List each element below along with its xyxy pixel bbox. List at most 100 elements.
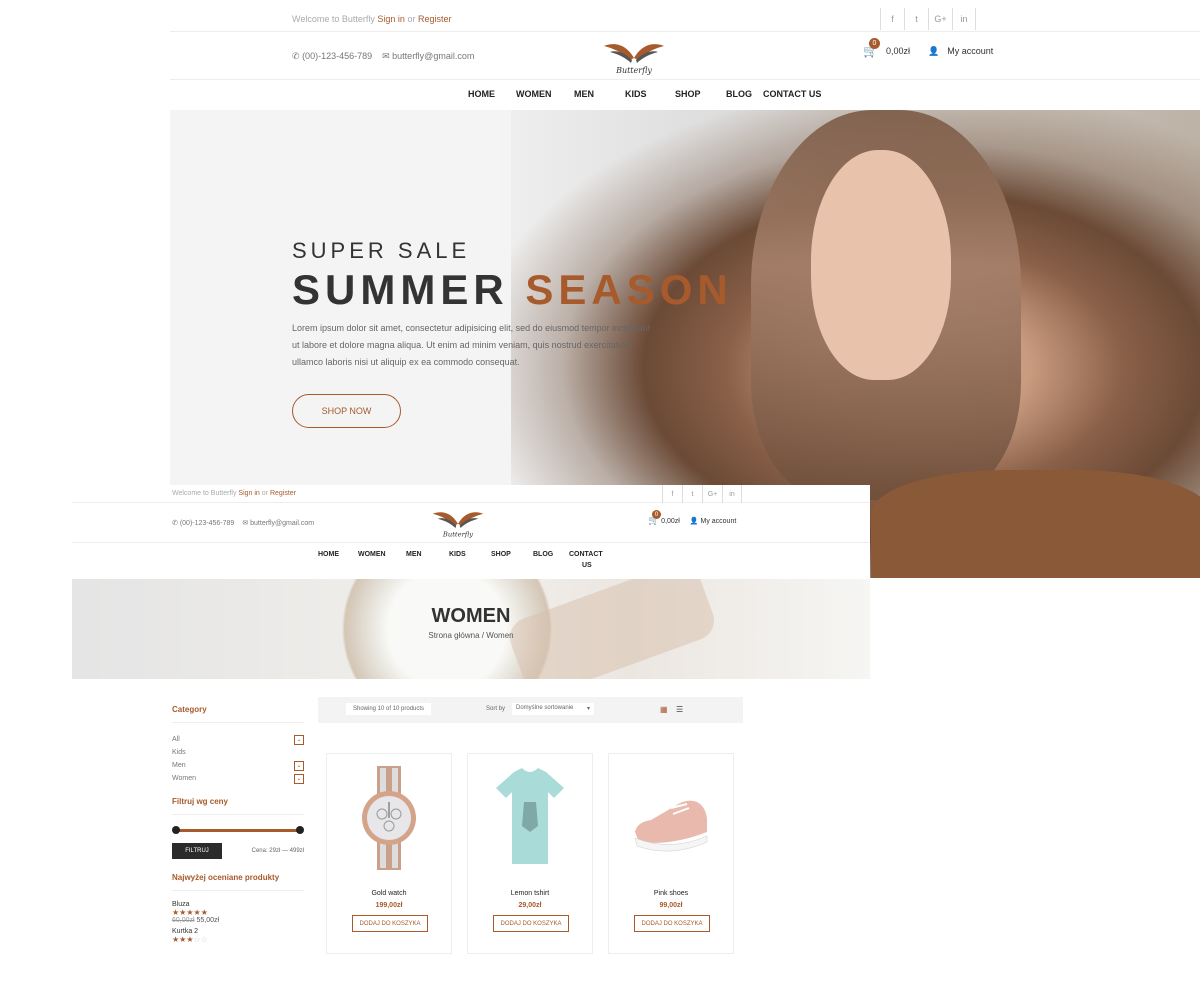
top-bar-2: Welcome to Butterfly Sign in or Register… (72, 485, 870, 503)
price-slider-max-handle[interactable] (296, 826, 304, 834)
rating-stars: ★★★★★ (172, 908, 208, 917)
sort-select[interactable]: Domyślne sortowanie ▾ (512, 703, 594, 715)
linkedin-icon[interactable]: in (952, 8, 976, 30)
product-card[interactable]: Pink shoes 99,00zł DODAJ DO KOSZYKA (608, 753, 734, 954)
header: ✆ (00)-123-456-789 ✉ butterfly@gmail.com… (170, 32, 1200, 80)
category-item-all[interactable]: All ⌄ (172, 733, 304, 746)
product-price: 29,00zł (518, 902, 542, 909)
nav-home[interactable]: HOME (468, 89, 495, 99)
sale-price: 55,00zł (196, 917, 220, 924)
category-label: Men (172, 762, 186, 769)
nav-blog[interactable]: BLOG (726, 89, 752, 99)
nav-shop-2[interactable]: SHOP (491, 551, 511, 558)
top-rated-name[interactable]: Kurtka 2 (172, 928, 304, 935)
social-links-2: f t G+ in (662, 485, 742, 503)
category-label: All (172, 736, 180, 743)
nav-blog-2[interactable]: BLOG (533, 551, 553, 558)
add-to-cart-button[interactable]: DODAJ DO KOSZYKA (493, 915, 569, 932)
my-account-link-2[interactable]: My account (700, 518, 736, 525)
shop-now-button[interactable]: SHOP NOW (292, 394, 401, 428)
old-price: 60,00zł (172, 917, 195, 924)
facebook-icon[interactable]: f (880, 8, 904, 30)
phone-number-2: (00)-123-456-789 (179, 520, 235, 527)
top-rated-heading: Najwyżej oceniane produkty (172, 873, 304, 891)
register-link[interactable]: Register (418, 14, 452, 24)
welcome-text-2: Welcome to Butterfly Sign in or Register (172, 490, 296, 497)
logo[interactable]: Butterfly (602, 38, 666, 76)
chevron-down-icon[interactable]: ⌄ (294, 734, 304, 745)
price-filter-heading: Filtruj wg ceny (172, 797, 304, 815)
top-rated-name[interactable]: Bluza (172, 901, 304, 908)
nav-contact-2b[interactable]: US (582, 562, 592, 569)
welcome-label-2: Welcome to Butterfly (172, 490, 237, 497)
nav-contact-2[interactable]: CONTACT (569, 551, 603, 558)
google-plus-icon[interactable]: G+ (928, 8, 952, 30)
tshirt-image (496, 768, 564, 864)
phone: ✆ (00)-123-456-789 (292, 51, 372, 62)
twitter-icon[interactable]: t (904, 8, 928, 30)
user-icon[interactable]: 👤 (690, 518, 699, 525)
price-slider-min-handle[interactable] (172, 826, 180, 834)
google-plus-icon[interactable]: G+ (702, 485, 722, 503)
product-name[interactable]: Pink shoes (609, 890, 733, 897)
cart-total-2[interactable]: 0,00zł (661, 518, 680, 525)
nav-men-2[interactable]: MEN (406, 551, 422, 558)
cart-area-2: 🛒 0 0,00zł 👤 My account (648, 510, 736, 526)
header-2: ✆ (00)-123-456-789 ✉ butterfly@gmail.com… (72, 503, 870, 543)
result-count: Showing 10 of 10 products (346, 703, 432, 715)
user-icon[interactable]: 👤 (928, 46, 939, 57)
filter-button[interactable]: FILTRUJ (172, 843, 222, 859)
twitter-icon[interactable]: t (682, 485, 702, 503)
register-link-2[interactable]: Register (270, 490, 296, 497)
contact-info: ✆ (00)-123-456-789 ✉ butterfly@gmail.com (292, 51, 474, 62)
phone-2: ✆ (00)-123-456-789 (172, 519, 234, 527)
butterfly-logo-icon: Butterfly (432, 512, 484, 538)
chevron-down-icon[interactable]: ⌄ (294, 773, 304, 784)
grid-view-icon[interactable]: ▦ (660, 705, 668, 714)
nav-contact[interactable]: CONTACT US (763, 89, 821, 99)
cart-count-badge: 0 (869, 38, 880, 49)
cart-total[interactable]: 0,00zł (886, 46, 910, 56)
linkedin-icon[interactable]: in (722, 485, 742, 503)
watch-image (362, 766, 416, 870)
nav-men[interactable]: MEN (574, 89, 594, 99)
category-item-men[interactable]: Men ⌄ (172, 759, 304, 772)
list-view-icon[interactable]: ☰ (676, 705, 683, 714)
logo-2[interactable]: Butterfly (431, 507, 485, 539)
chevron-down-icon[interactable]: ⌄ (294, 760, 304, 771)
add-to-cart-button[interactable]: DODAJ DO KOSZYKA (352, 915, 428, 932)
sign-in-link-2[interactable]: Sign in (238, 490, 259, 497)
shop-toolbar: Showing 10 of 10 products Sort by Domyśl… (318, 697, 743, 723)
product-name[interactable]: Gold watch (327, 890, 451, 897)
svg-text:Butterfly: Butterfly (442, 530, 473, 538)
nav-shop[interactable]: SHOP (675, 89, 701, 99)
price-slider[interactable] (172, 825, 304, 835)
nav-women-2[interactable]: WOMEN (358, 551, 386, 558)
my-account-link[interactable]: My account (947, 46, 993, 56)
facebook-icon[interactable]: f (662, 485, 682, 503)
add-to-cart-button[interactable]: DODAJ DO KOSZYKA (634, 915, 710, 932)
email: ✉ butterfly@gmail.com (382, 51, 474, 62)
nav-home-2[interactable]: HOME (318, 551, 339, 558)
price-slider-track (175, 829, 301, 832)
phone-icon: ✆ (292, 51, 300, 61)
welcome-text: Welcome to Butterfly Sign in or Register (292, 14, 451, 24)
cart-icon[interactable]: 🛒 0 (648, 510, 661, 525)
product-card[interactable]: Gold watch 199,00zł DODAJ DO KOSZYKA (326, 753, 452, 954)
sign-in-link[interactable]: Sign in (377, 14, 405, 24)
breadcrumb[interactable]: Strona główna / Women (72, 631, 870, 640)
category-label: Kids (172, 749, 186, 756)
nav-women[interactable]: WOMEN (516, 89, 552, 99)
cart-icon[interactable]: 🛒 0 (863, 38, 880, 58)
nav-kids-2[interactable]: KIDS (449, 551, 466, 558)
nav-kids[interactable]: KIDS (625, 89, 647, 99)
category-label: Women (172, 775, 196, 782)
product-name[interactable]: Lemon tshirt (468, 890, 592, 897)
category-heading: Category (172, 705, 304, 723)
top-bar: Welcome to Butterfly Sign in or Register… (170, 0, 1200, 32)
shoes-image (634, 796, 708, 852)
product-card[interactable]: Lemon tshirt 29,00zł DODAJ DO KOSZYKA (467, 753, 593, 954)
hero-sweater-shape (871, 470, 1200, 578)
category-item-women[interactable]: Women ⌄ (172, 772, 304, 785)
category-item-kids[interactable]: Kids (172, 746, 304, 759)
